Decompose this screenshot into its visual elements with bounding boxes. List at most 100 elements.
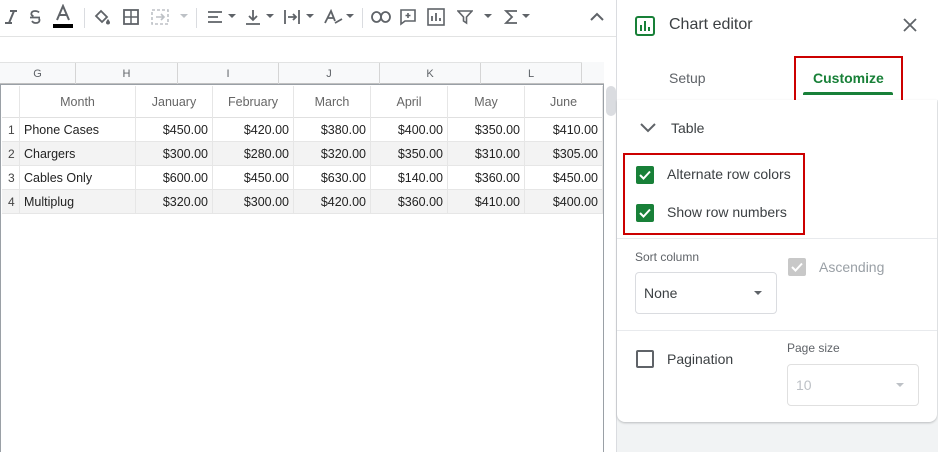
table-cell[interactable]: $350.00 (448, 118, 525, 142)
merge-dropdown-icon[interactable] (180, 14, 188, 18)
column-header-bar: G H I J K L (0, 62, 604, 84)
table-cell[interactable]: $320.00 (294, 142, 371, 166)
table-header-cell[interactable]: June (525, 86, 603, 118)
table-row: 1 Phone Cases $450.00 $420.00 $380.00 $400.00… (2, 118, 603, 142)
page-size-value: 10 (796, 377, 812, 393)
table-section-header[interactable]: Table (639, 120, 704, 136)
table-cell[interactable]: $400.00 (371, 118, 448, 142)
sort-column-value: None (644, 285, 678, 301)
chevron-down-icon (896, 383, 904, 387)
table-cell[interactable]: $300.00 (213, 190, 294, 214)
insert-chart-icon[interactable] (426, 6, 446, 28)
table-cell[interactable]: Cables Only (20, 166, 136, 190)
vertical-align-icon[interactable] (244, 6, 262, 28)
table-cell[interactable]: Chargers (20, 142, 136, 166)
fill-color-icon[interactable] (92, 6, 112, 28)
table-cell[interactable]: $450.00 (136, 118, 213, 142)
table-cell[interactable]: Multiplug (20, 190, 136, 214)
chevron-down-icon (754, 291, 762, 295)
table-cell[interactable]: $380.00 (294, 118, 371, 142)
table-cell[interactable]: $410.00 (448, 190, 525, 214)
table-cell[interactable]: $305.00 (525, 142, 603, 166)
table-cell[interactable]: $410.00 (525, 118, 603, 142)
page-size-select[interactable]: 10 (787, 364, 919, 406)
pagination-checkbox[interactable] (636, 350, 654, 368)
table-row: 3 Cables Only $600.00 $450.00 $630.00 $140.00… (2, 166, 603, 190)
row-number-cell: 4 (2, 190, 20, 214)
column-header-j[interactable]: J (279, 63, 380, 84)
sort-column-select[interactable]: None (635, 272, 777, 314)
column-header-k[interactable]: K (380, 63, 481, 84)
table-header-cell[interactable]: April (371, 86, 448, 118)
filter-dropdown-icon[interactable] (484, 14, 492, 18)
text-rotation-icon[interactable] (322, 6, 344, 28)
vertical-align-dropdown-icon[interactable] (266, 14, 274, 18)
table-cell[interactable]: $140.00 (371, 166, 448, 190)
toolbar-divider (196, 8, 197, 28)
italic-icon[interactable] (4, 6, 18, 28)
customize-card: Table Alternate row colors Show row numb… (617, 100, 937, 422)
collapse-toolbar-icon[interactable] (588, 6, 606, 28)
toolbar-divider (362, 8, 363, 28)
table-cell[interactable]: $300.00 (136, 142, 213, 166)
table-header-cell[interactable]: May (448, 86, 525, 118)
filter-icon[interactable] (456, 6, 474, 28)
chart-editor-header: Chart editor Setup Customize (617, 0, 938, 106)
table-cell[interactable]: $420.00 (213, 118, 294, 142)
ascending-checkbox[interactable] (788, 258, 806, 276)
table-cell[interactable]: $310.00 (448, 142, 525, 166)
insert-comment-icon[interactable] (398, 6, 418, 28)
link-icon[interactable] (370, 6, 392, 28)
table-header-cell[interactable]: March (294, 86, 371, 118)
table-cell[interactable]: $450.00 (213, 166, 294, 190)
table-cell[interactable]: $320.00 (136, 190, 213, 214)
sort-column-label: Sort column (635, 250, 700, 264)
highlight-box-options (623, 153, 805, 235)
chart-editor-panel: Chart editor Setup Customize Table Alter… (616, 0, 938, 452)
functions-dropdown-icon[interactable] (522, 14, 530, 18)
table-cell[interactable]: $600.00 (136, 166, 213, 190)
row-number-cell: 2 (2, 142, 20, 166)
chevron-down-icon (640, 123, 656, 133)
text-rotation-dropdown-icon[interactable] (346, 14, 354, 18)
table-cell[interactable]: $360.00 (448, 166, 525, 190)
table-cell[interactable]: $400.00 (525, 190, 603, 214)
tab-setup[interactable]: Setup (669, 70, 706, 86)
text-wrap-dropdown-icon[interactable] (306, 14, 314, 18)
table-chart[interactable]: Month January February March April May J… (0, 84, 604, 452)
section-divider (617, 330, 937, 331)
table-cell[interactable]: $360.00 (371, 190, 448, 214)
table-cell[interactable]: $420.00 (294, 190, 371, 214)
table-header-cell[interactable]: January (136, 86, 213, 118)
row-number-cell: 1 (2, 118, 20, 142)
formula-bar-area (0, 36, 616, 62)
table-cell[interactable]: $450.00 (525, 166, 603, 190)
column-header-g[interactable]: G (0, 63, 76, 84)
merge-cells-icon[interactable] (150, 6, 170, 28)
align-dropdown-icon[interactable] (228, 14, 236, 18)
table-cell[interactable]: $280.00 (213, 142, 294, 166)
functions-icon[interactable] (502, 6, 520, 28)
table-cell[interactable]: $350.00 (371, 142, 448, 166)
borders-icon[interactable] (122, 6, 140, 28)
table-header-cell[interactable]: Month (20, 86, 136, 118)
text-color-icon[interactable] (52, 4, 74, 30)
table-row: 4 Multiplug $320.00 $300.00 $420.00 $360.00 $4… (2, 190, 603, 214)
align-left-icon[interactable] (206, 6, 224, 28)
table-cell[interactable]: $630.00 (294, 166, 371, 190)
column-header-i[interactable]: I (178, 63, 279, 84)
table-row: 2 Chargers $300.00 $280.00 $320.00 $350.00 $31… (2, 142, 603, 166)
close-icon[interactable] (903, 18, 917, 37)
table-cell[interactable]: Phone Cases (20, 118, 136, 142)
table-header-cell[interactable]: February (213, 86, 294, 118)
strikethrough-icon[interactable] (26, 6, 44, 28)
column-header-l[interactable]: L (481, 63, 582, 84)
page-size-label: Page size (787, 341, 840, 355)
highlight-box-customize (794, 56, 903, 106)
column-header-h[interactable]: H (76, 63, 178, 84)
table-header-row: Month January February March April May J… (2, 86, 603, 118)
section-divider (617, 238, 937, 239)
chart-editor-title: Chart editor (669, 16, 753, 33)
text-wrap-icon[interactable] (282, 6, 302, 28)
vertical-scrollbar[interactable] (606, 86, 616, 116)
